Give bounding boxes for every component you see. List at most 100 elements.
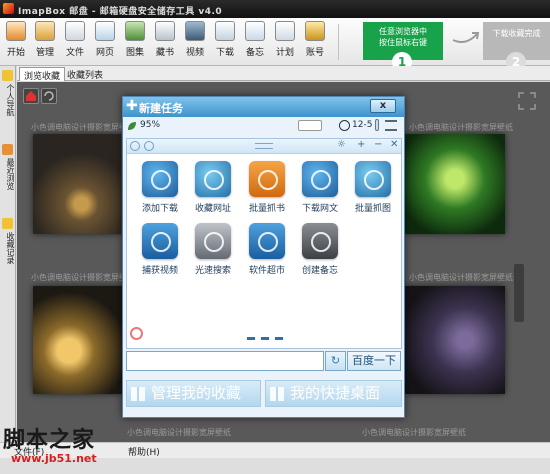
- menu-help[interactable]: 帮助(H): [128, 445, 160, 458]
- toolbar-button-gallery[interactable]: 图集: [121, 21, 149, 58]
- side-tab-recent[interactable]: 最近浏览: [1, 144, 15, 190]
- block-icon[interactable]: [130, 327, 143, 340]
- app-label: 下载网文: [301, 204, 338, 214]
- photo-thumbnail[interactable]: [405, 286, 505, 394]
- search-input[interactable]: [126, 351, 324, 371]
- heart-icon[interactable]: [130, 141, 140, 151]
- refresh-nav-button[interactable]: [41, 88, 57, 104]
- refresh-icon: [44, 91, 54, 101]
- watermark-url: www.jb51.net: [11, 452, 97, 465]
- toolbar-label: 计划: [275, 48, 294, 58]
- app-batch-image[interactable]: 批量抓图: [346, 161, 400, 214]
- app-batch-book[interactable]: 批量抓书: [240, 161, 294, 214]
- minus-icon[interactable]: −: [374, 139, 382, 150]
- create-memo-icon: [302, 223, 338, 259]
- toolbar-label: 藏书: [155, 48, 174, 58]
- photo-caption: 小色调电脑设计摄影宽屏壁纸: [31, 273, 135, 282]
- refresh-button[interactable]: ↻: [325, 351, 346, 371]
- app-label: 批量抓图: [354, 204, 391, 214]
- home-nav-button[interactable]: [23, 88, 39, 104]
- bookmark-url-icon: [195, 161, 231, 197]
- button-label: 我的快捷桌面: [290, 384, 381, 402]
- list-icon[interactable]: [385, 120, 397, 131]
- toolbar-label: 管理: [35, 48, 54, 58]
- manage-favorites-button[interactable]: 管理我的收藏: [126, 380, 261, 407]
- toolbar-button-start[interactable]: 开始: [2, 21, 30, 58]
- toolbar-button-manage[interactable]: 管理: [31, 21, 59, 58]
- file-icon: [65, 21, 85, 41]
- capture-video-icon: [142, 223, 178, 259]
- toolbar-button-plan[interactable]: 计划: [271, 21, 299, 58]
- side-tab-label: 最近浏览: [6, 158, 15, 190]
- memo-icon: [245, 21, 265, 41]
- vertical-scrollbar[interactable]: [514, 264, 524, 322]
- tab-browse-favorites[interactable]: 浏览收藏: [19, 67, 66, 82]
- toolbar-button-download[interactable]: 下载: [211, 21, 239, 58]
- side-tab-nav[interactable]: 个人导航: [1, 70, 15, 116]
- fullscreen-icon[interactable]: [518, 92, 536, 110]
- app-capture-video[interactable]: 捕获视频: [133, 223, 187, 276]
- toolbar-label: 账号: [305, 48, 324, 58]
- toolbar-button-video[interactable]: 视频: [181, 21, 209, 58]
- dialog-title: 新建任务: [139, 102, 183, 115]
- nav-icon: [2, 70, 13, 81]
- toolbar-label: 图集: [125, 48, 144, 58]
- software-market-icon: [249, 223, 285, 259]
- drag-handle[interactable]: [255, 143, 273, 149]
- video-icon: [185, 21, 205, 41]
- toolbar-button-file[interactable]: 文件: [61, 21, 89, 58]
- tab-favorites-list[interactable]: 收藏列表: [63, 67, 107, 81]
- panel-close-icon[interactable]: ✕: [390, 139, 398, 150]
- toolbar-button-book[interactable]: 藏书: [151, 21, 179, 58]
- recent-icon: [2, 144, 13, 155]
- app-add-download[interactable]: 添加下载: [133, 161, 187, 214]
- photo-thumbnail[interactable]: [33, 286, 123, 394]
- count-value: 12-5: [352, 120, 373, 130]
- toggle-switch[interactable]: [298, 120, 322, 131]
- page-indicator[interactable]: [247, 337, 287, 340]
- guide-arrow-icon: [452, 32, 480, 43]
- app-software-market[interactable]: 软件超市: [240, 223, 294, 276]
- toolbar-label: 文件: [65, 48, 84, 58]
- panel-header: ☼ + − ✕: [127, 139, 401, 154]
- grid-icon: [270, 387, 284, 401]
- photo-caption: 小色调电脑设计摄影宽屏壁纸: [409, 123, 513, 132]
- guide-step-1-text: 任意浏览器中 按住鼠标右键: [379, 27, 427, 47]
- clock-icon: [339, 120, 350, 131]
- app-bookmark-url[interactable]: 收藏网址: [186, 161, 240, 214]
- add-download-icon: [142, 161, 178, 197]
- watermark-title: 脚本之家: [3, 427, 96, 453]
- plus-small-icon[interactable]: +: [357, 139, 365, 150]
- side-tab-bar: 个人导航 最近浏览 收藏记录: [0, 66, 16, 460]
- app-logo-icon: [3, 3, 14, 14]
- toolbar-button-memo[interactable]: 备忘: [241, 21, 269, 58]
- photo-caption: 小色调电脑设计摄影宽屏壁纸: [127, 428, 231, 437]
- toolbar-button-account[interactable]: 账号: [301, 21, 329, 58]
- app-label: 软件超市: [248, 266, 285, 276]
- button-label: 管理我的收藏: [151, 384, 242, 402]
- webpage-icon: [95, 21, 115, 41]
- quick-desktop-button[interactable]: 我的快捷桌面: [265, 380, 402, 407]
- app-label: 收藏网址: [194, 204, 231, 214]
- side-tab-favorites[interactable]: 收藏记录: [1, 218, 15, 264]
- app-create-memo[interactable]: 创建备忘: [293, 223, 347, 276]
- guide-step-1: 任意浏览器中 按住鼠标右键 1: [363, 22, 443, 72]
- photo-caption: 小色调电脑设计摄影宽屏壁纸: [31, 123, 135, 132]
- app-search[interactable]: 光速搜索: [186, 223, 240, 276]
- gallery-icon: [125, 21, 145, 41]
- toolbar-button-webpage[interactable]: 网页: [91, 21, 119, 58]
- window-titlebar: ImapBox 邮盘 - 邮箱硬盘安全储存工具 v4.0: [0, 0, 550, 18]
- dialog-close-button[interactable]: x: [370, 99, 396, 113]
- app-download-article[interactable]: 下载网文: [293, 161, 347, 214]
- baidu-search-button[interactable]: 百度一下: [347, 351, 401, 371]
- home-icon: [6, 21, 26, 41]
- brightness-icon[interactable]: ☼: [337, 139, 346, 150]
- window-title: ImapBox 邮盘 - 邮箱硬盘安全储存工具 v4.0: [18, 7, 223, 17]
- lock-icon: [305, 21, 325, 41]
- photo-thumbnail[interactable]: [33, 134, 121, 234]
- favorites-icon: [2, 218, 13, 229]
- toolbar-label: 备忘: [245, 48, 264, 58]
- thermometer-icon: [375, 119, 379, 131]
- smile-icon[interactable]: [144, 141, 154, 151]
- photo-thumbnail[interactable]: [405, 134, 505, 234]
